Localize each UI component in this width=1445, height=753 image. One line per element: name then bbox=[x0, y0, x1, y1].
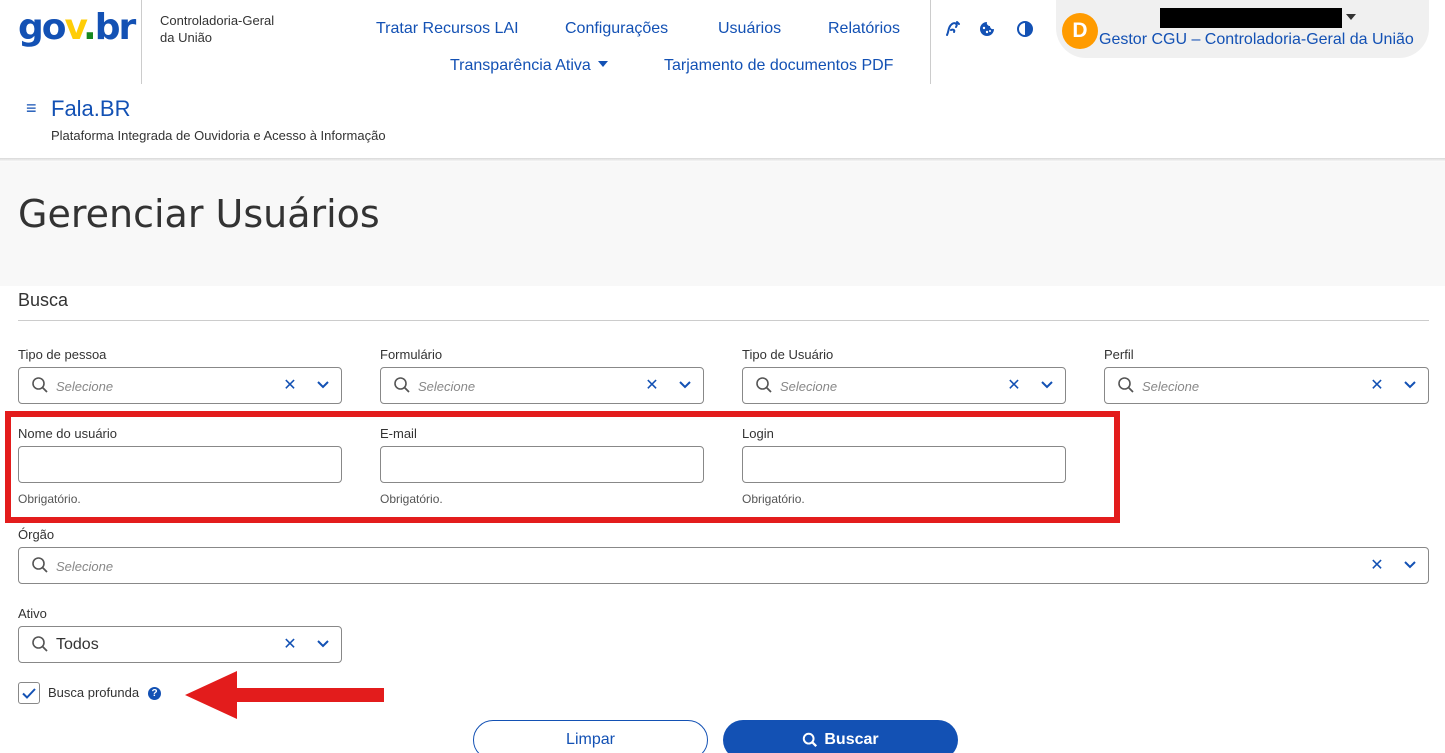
header-divider bbox=[930, 0, 931, 84]
formulario-label: Formulário bbox=[380, 347, 443, 362]
cookie-icon[interactable] bbox=[976, 18, 998, 40]
search-icon bbox=[32, 636, 48, 652]
clear-icon[interactable]: ✕ bbox=[641, 374, 663, 396]
search-button[interactable]: Buscar bbox=[723, 720, 958, 753]
clear-icon[interactable]: ✕ bbox=[279, 374, 301, 396]
section-title: Busca bbox=[18, 290, 69, 310]
section-divider bbox=[18, 320, 1429, 321]
header-divider bbox=[141, 0, 142, 84]
busca-profunda-checkbox[interactable] bbox=[18, 682, 40, 704]
clear-icon[interactable]: ✕ bbox=[279, 633, 301, 655]
user-role[interactable]: Gestor CGU – Controladoria-Geral da Uniã… bbox=[1099, 31, 1414, 49]
header: gov.br Controladoria-Geral da União Trat… bbox=[0, 0, 1445, 160]
annotation-arrow-icon bbox=[185, 671, 384, 719]
nav-configuracoes[interactable]: Configurações bbox=[565, 20, 668, 38]
clear-icon[interactable]: ✕ bbox=[1366, 554, 1388, 576]
formulario-select[interactable]: Selecione ✕ bbox=[380, 367, 704, 404]
chevron-down-icon[interactable] bbox=[1036, 374, 1058, 396]
nav-tratar-recursos-lai[interactable]: Tratar Recursos LAI bbox=[376, 20, 519, 38]
nav-usuarios[interactable]: Usuários bbox=[718, 20, 781, 38]
perfil-select[interactable]: Selecione ✕ bbox=[1104, 367, 1429, 404]
tipo-usuario-select[interactable]: Selecione ✕ bbox=[742, 367, 1066, 404]
search-icon bbox=[32, 377, 48, 393]
nav-relatorios[interactable]: Relatórios bbox=[828, 20, 900, 38]
system-subtitle: Plataforma Integrada de Ouvidoria e Aces… bbox=[51, 128, 386, 143]
chevron-down-icon[interactable] bbox=[312, 374, 334, 396]
search-icon bbox=[32, 557, 48, 573]
orgao-select[interactable]: Selecione ✕ bbox=[18, 547, 1429, 584]
help-icon[interactable]: ? bbox=[148, 687, 161, 700]
ativo-label: Ativo bbox=[18, 606, 47, 621]
tipo-pessoa-select[interactable]: Selecione ✕ bbox=[18, 367, 342, 404]
avatar[interactable]: D bbox=[1062, 13, 1098, 49]
tipo-usuario-label: Tipo de Usuário bbox=[742, 347, 834, 362]
sign-language-icon[interactable] bbox=[941, 18, 963, 40]
check-icon bbox=[22, 687, 36, 699]
orgao-label: Órgão bbox=[18, 527, 55, 542]
nav-tarjamento-pdf[interactable]: Tarjamento de documentos PDF bbox=[664, 57, 893, 75]
caret-down-icon[interactable] bbox=[1346, 14, 1356, 20]
chevron-down-icon[interactable] bbox=[312, 633, 334, 655]
search-icon bbox=[394, 377, 410, 393]
clear-button[interactable]: Limpar bbox=[473, 720, 708, 753]
search-icon bbox=[1118, 377, 1134, 393]
nav-transparencia-ativa[interactable]: Transparência Ativa bbox=[450, 57, 608, 75]
clear-icon[interactable]: ✕ bbox=[1003, 374, 1025, 396]
tipo-pessoa-label: Tipo de pessoa bbox=[18, 347, 107, 362]
search-icon bbox=[756, 377, 772, 393]
ativo-select[interactable]: Todos ✕ bbox=[18, 626, 342, 663]
redacted-username bbox=[1160, 8, 1342, 28]
busca-profunda-label[interactable]: Busca profunda bbox=[48, 685, 139, 700]
clear-icon[interactable]: ✕ bbox=[1366, 374, 1388, 396]
annotation-highlight-box bbox=[5, 411, 1120, 523]
chevron-down-icon[interactable] bbox=[1399, 554, 1421, 576]
system-title[interactable]: Fala.BR bbox=[51, 96, 130, 122]
caret-down-icon bbox=[597, 60, 608, 67]
contrast-icon[interactable] bbox=[1014, 18, 1036, 40]
chevron-down-icon[interactable] bbox=[674, 374, 696, 396]
search-icon bbox=[803, 732, 818, 748]
chevron-down-icon[interactable] bbox=[1399, 374, 1421, 396]
menu-icon[interactable]: ≡ bbox=[26, 98, 37, 119]
govbr-logo[interactable]: gov.br bbox=[18, 6, 136, 50]
page-title: Gerenciar Usuários bbox=[18, 192, 380, 236]
perfil-label: Perfil bbox=[1104, 347, 1134, 362]
org-name: Controladoria-Geral da União bbox=[160, 13, 275, 45]
